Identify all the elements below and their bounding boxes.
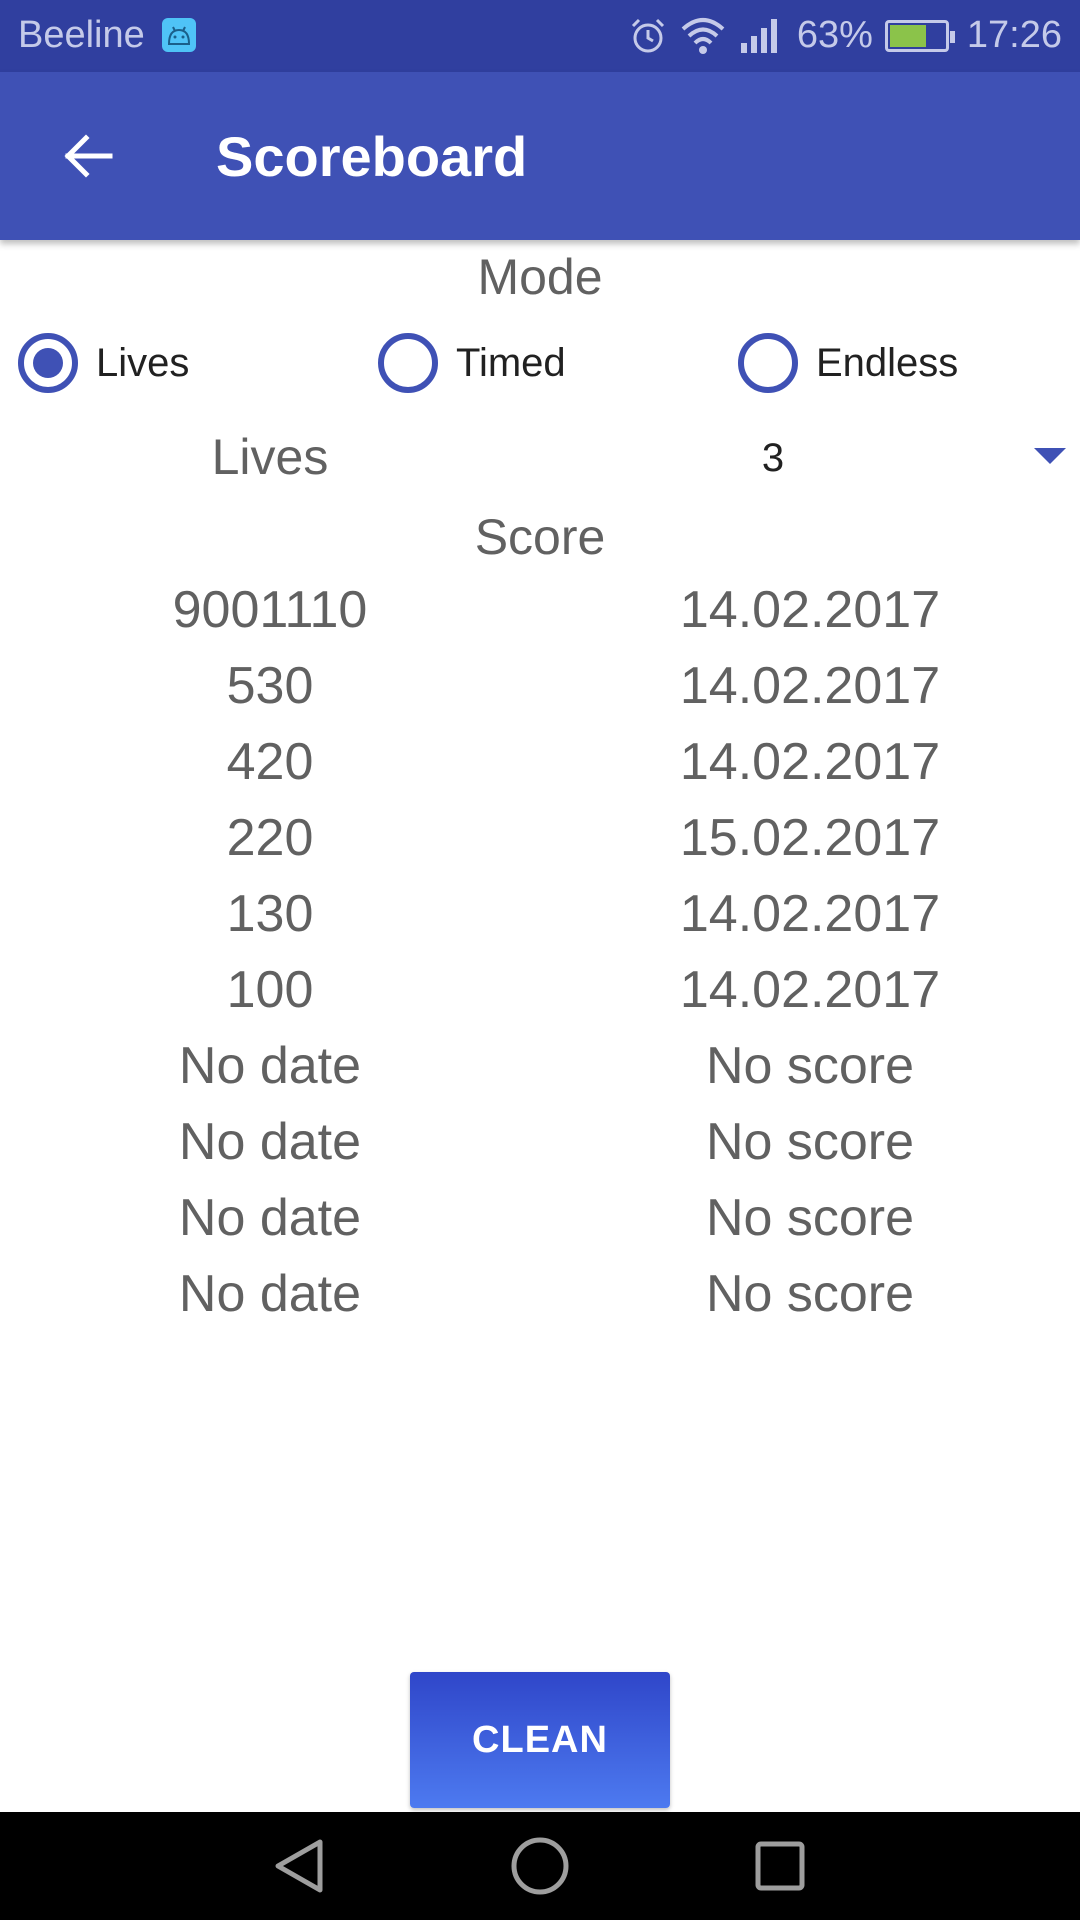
score-row: 420 14.02.2017 <box>0 732 1080 808</box>
radio-endless-circle[interactable] <box>738 333 798 393</box>
score-row-col2: 14.02.2017 <box>679 885 941 943</box>
score-row-col1: 9001110 <box>172 581 368 639</box>
carrier-name: Beeline <box>18 14 145 56</box>
alarm-icon <box>631 18 664 52</box>
score-row-col1: 130 <box>226 885 314 943</box>
score-row-col2: 14.02.2017 <box>679 657 941 715</box>
navigation-bar <box>0 1812 1080 1920</box>
score-row-col1: No date <box>178 1037 362 1095</box>
clock: 17:26 <box>966 14 1062 56</box>
page-title: Scoreboard <box>216 125 528 188</box>
triangle-back-icon <box>275 1839 323 1893</box>
radio-endless[interactable]: Endless <box>738 330 958 396</box>
score-row: 9001110 14.02.2017 <box>0 580 1080 656</box>
android-debug-icon <box>162 18 196 52</box>
mode-label: Mode <box>477 249 603 305</box>
score-row: 530 14.02.2017 <box>0 656 1080 732</box>
square-recents-icon <box>755 1841 805 1891</box>
score-row-col2: 14.02.2017 <box>679 581 941 639</box>
score-row-col2: 15.02.2017 <box>679 809 941 867</box>
app-bar: Scoreboard <box>0 72 1080 240</box>
nav-home-button[interactable] <box>508 1834 572 1898</box>
score-row: No date No score <box>0 1264 1080 1340</box>
radio-endless-label: Endless <box>816 340 959 385</box>
radio-lives[interactable]: Lives <box>18 330 189 396</box>
score-row: 130 14.02.2017 <box>0 884 1080 960</box>
mode-radio-group: Lives Timed Endless <box>0 330 1080 396</box>
score-row: No date No score <box>0 1188 1080 1264</box>
clean-button[interactable]: CLEAN <box>410 1672 670 1808</box>
dropdown-arrow-icon <box>1034 448 1066 464</box>
score-row-col2: No score <box>705 1189 915 1247</box>
lives-spinner-value: 3 <box>761 436 785 480</box>
nav-back-button[interactable] <box>268 1834 332 1898</box>
score-row: 220 15.02.2017 <box>0 808 1080 884</box>
score-row: No date No score <box>0 1036 1080 1112</box>
battery-percent: 63% <box>796 14 873 56</box>
score-row-col2: 14.02.2017 <box>679 961 941 1019</box>
score-row-col2: No score <box>705 1113 915 1171</box>
score-row-col2: No score <box>705 1037 915 1095</box>
arrow-left-icon <box>64 134 113 178</box>
score-list: 9001110 14.02.2017 530 14.02.2017 420 14.02… <box>0 580 1080 1340</box>
radio-lives-circle[interactable] <box>18 333 78 393</box>
lives-spinner[interactable]: 3 <box>540 424 1080 494</box>
score-row-col1: 420 <box>226 733 314 791</box>
status-bar: Beeline 63% 17:26 <box>0 0 1080 72</box>
score-row: 100 14.02.2017 <box>0 960 1080 1036</box>
nav-recents-button[interactable] <box>748 1834 812 1898</box>
wifi-icon <box>681 17 725 54</box>
score-row-col1: 100 <box>226 961 314 1019</box>
score-label: Score <box>474 509 606 565</box>
lives-label: Lives <box>211 429 329 485</box>
score-row-col1: No date <box>178 1189 362 1247</box>
score-row-col1: 220 <box>226 809 314 867</box>
score-row-col2: 14.02.2017 <box>679 733 941 791</box>
score-row-col1: 530 <box>226 657 314 715</box>
radio-lives-label: Lives <box>96 340 190 385</box>
radio-timed-label: Timed <box>456 340 566 385</box>
radio-timed-circle[interactable] <box>378 333 438 393</box>
score-row-col1: No date <box>178 1265 362 1323</box>
score-row-col1: No date <box>178 1113 362 1171</box>
back-button[interactable] <box>56 124 120 188</box>
score-row: No date No score <box>0 1112 1080 1188</box>
circle-home-icon <box>511 1837 569 1895</box>
battery-icon <box>884 19 955 52</box>
radio-timed[interactable]: Timed <box>378 330 566 396</box>
lives-row: Lives 3 <box>0 424 1080 494</box>
score-row-col2: No score <box>705 1265 915 1323</box>
signal-icon <box>740 18 777 53</box>
